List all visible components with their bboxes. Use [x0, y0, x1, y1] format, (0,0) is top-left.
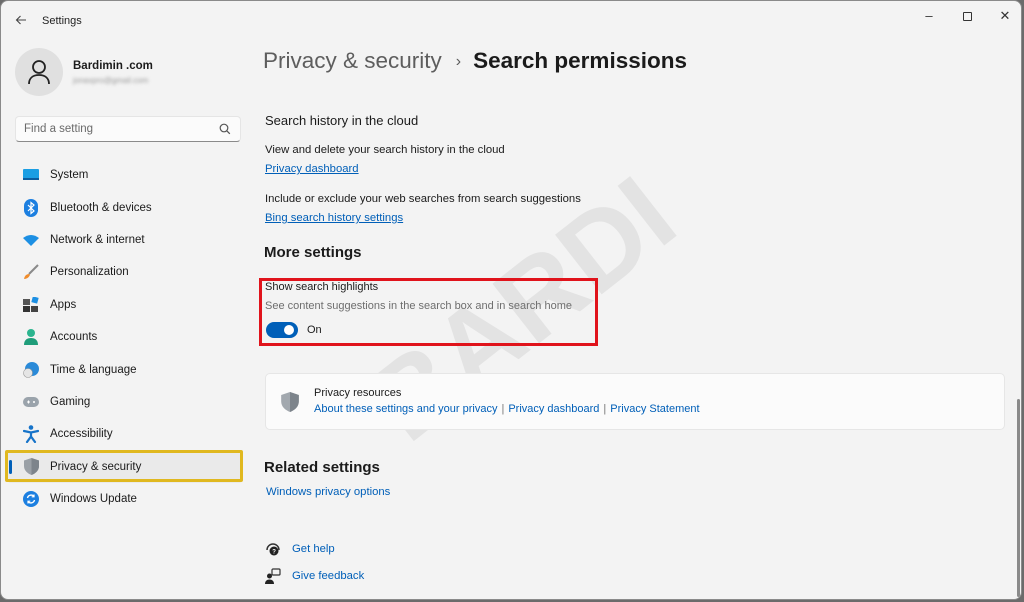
sidebar-item-label: Bluetooth & devices: [50, 201, 152, 214]
feedback-icon: [265, 568, 281, 584]
sidebar-item-label: Accounts: [50, 331, 98, 344]
maximize-icon: [962, 12, 972, 22]
apps-icon: [22, 296, 40, 314]
person-icon: [28, 60, 50, 85]
search-highlights-toggle[interactable]: [266, 322, 298, 338]
sidebar-item-label: Time & language: [50, 363, 137, 376]
sidebar-item-personalization[interactable]: Personalization: [7, 256, 243, 288]
active-indicator: [9, 459, 12, 474]
settings-window: Settings – ✕ Bardimin .com jonaxpro@gmai…: [0, 0, 1022, 600]
more-settings-heading: More settings: [264, 244, 362, 261]
privacy-resources-title: Privacy resources: [314, 387, 402, 399]
privacy-resources-card: Privacy resources About these settings a…: [265, 373, 1005, 430]
search-highlights-title: Show search highlights: [265, 281, 379, 293]
sidebar-item-privacy-security[interactable]: Privacy & security: [7, 450, 243, 483]
toggle-state-label: On: [307, 324, 322, 336]
sidebar-nav: System Bluetooth & devices Network & int…: [7, 159, 243, 515]
sidebar-item-gaming[interactable]: Gaming: [7, 386, 243, 418]
sidebar-item-label: Personalization: [50, 266, 129, 279]
link-separator: |: [603, 403, 607, 415]
profile-name: Bardimin .com: [73, 60, 153, 72]
privacy-dashboard-link[interactable]: Privacy dashboard: [265, 163, 359, 175]
app-title: Settings: [42, 15, 82, 27]
arrow-left-icon: [15, 15, 26, 25]
sidebar-item-label: Apps: [50, 298, 77, 311]
search-input[interactable]: [16, 117, 216, 141]
sidebar-item-windows-update[interactable]: Windows Update: [7, 483, 243, 515]
sidebar-item-label: Privacy & security: [50, 460, 142, 473]
about-settings-privacy-link[interactable]: About these settings and your privacy: [314, 403, 497, 415]
breadcrumb-parent[interactable]: Privacy & security: [263, 48, 442, 73]
cloud-history-title: Search history in the cloud: [265, 113, 419, 128]
shield-icon: [22, 458, 40, 476]
privacy-resources-links: About these settings and your privacy | Pr…: [314, 403, 700, 415]
minimize-icon: –: [925, 8, 933, 23]
link-separator: |: [501, 403, 505, 415]
chevron-right-icon: ›: [455, 53, 462, 70]
help-icon: ?: [266, 543, 280, 556]
sidebar-item-time-language[interactable]: Time & language: [7, 353, 243, 385]
search-icon[interactable]: [218, 122, 232, 136]
close-icon: ✕: [999, 8, 1011, 23]
include-searches-description: Include or exclude your web searches fro…: [265, 193, 581, 205]
sidebar-item-label: Gaming: [50, 395, 91, 408]
sidebar-item-accessibility[interactable]: Accessibility: [7, 418, 243, 450]
accessibility-icon: [22, 425, 40, 444]
sidebar-item-label: Windows Update: [50, 493, 137, 506]
sidebar-item-network[interactable]: Network & internet: [7, 224, 243, 256]
related-settings-heading: Related settings: [264, 459, 380, 476]
find-setting-search[interactable]: [15, 116, 241, 142]
monitor-icon: [22, 166, 40, 184]
back-button[interactable]: [11, 11, 31, 31]
avatar: [15, 48, 63, 96]
title-bar: Settings – ✕: [1, 1, 1021, 41]
gamepad-icon: [22, 393, 40, 411]
profile-email: jonaxpro@gmail.com: [73, 76, 149, 85]
refresh-icon: [22, 490, 40, 508]
paintbrush-icon: [22, 263, 40, 281]
privacy-statement-link[interactable]: Privacy Statement: [610, 403, 699, 415]
shield-icon: [281, 392, 299, 412]
breadcrumb: Privacy & security › Search permissions: [263, 48, 687, 74]
bluetooth-icon: [22, 198, 40, 217]
maximize-button[interactable]: [949, 5, 985, 27]
search-highlights-description: See content suggestions in the search bo…: [265, 300, 572, 312]
give-feedback-link[interactable]: Give feedback: [265, 567, 364, 585]
bing-history-settings-link[interactable]: Bing search history settings: [265, 212, 403, 224]
sidebar-item-label: Network & internet: [50, 233, 145, 246]
sidebar-item-bluetooth[interactable]: Bluetooth & devices: [7, 191, 243, 223]
give-feedback-label: Give feedback: [292, 570, 365, 582]
sidebar-item-system[interactable]: System: [7, 159, 243, 191]
wifi-icon: [22, 231, 40, 249]
view-history-description: View and delete your search history in t…: [265, 144, 505, 156]
globe-clock-icon: [22, 361, 40, 379]
person-icon: [22, 328, 40, 346]
sidebar-item-label: Accessibility: [50, 428, 113, 441]
close-button[interactable]: ✕: [987, 5, 1021, 27]
privacy-dashboard-link[interactable]: Privacy dashboard: [508, 403, 599, 415]
vertical-scrollbar[interactable]: [1017, 399, 1020, 597]
sidebar-item-label: System: [50, 169, 89, 182]
toggle-knob: [284, 325, 294, 335]
get-help-link[interactable]: ? Get help: [265, 540, 335, 558]
sidebar-item-apps[interactable]: Apps: [7, 289, 243, 321]
get-help-label: Get help: [292, 543, 335, 555]
windows-privacy-options-link[interactable]: Windows privacy options: [266, 486, 390, 498]
page-title: Search permissions: [473, 48, 687, 73]
minimize-button[interactable]: –: [911, 5, 947, 27]
sidebar-item-accounts[interactable]: Accounts: [7, 321, 243, 353]
svg-text:?: ?: [272, 550, 276, 556]
